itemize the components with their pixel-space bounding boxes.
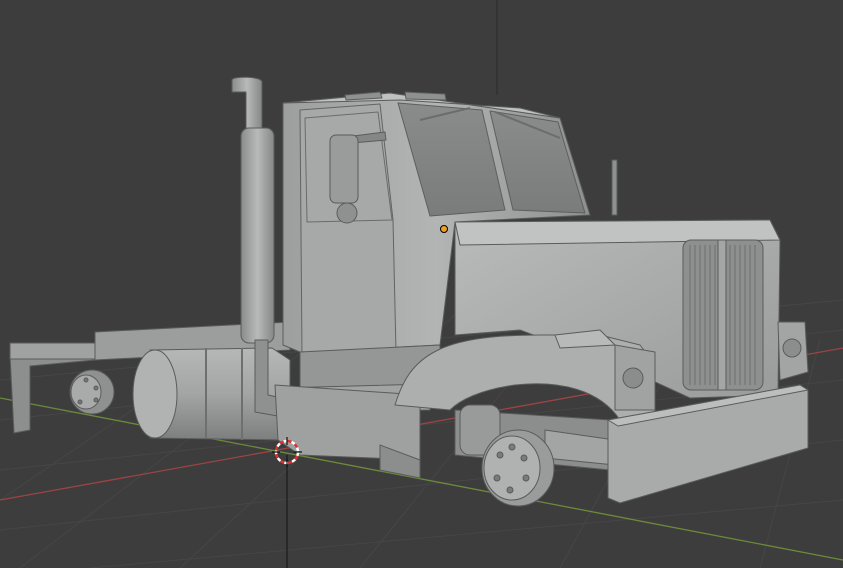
3d-viewport[interactable]	[0, 0, 843, 568]
viewport-canvas[interactable]	[0, 0, 843, 568]
rear-bar	[9, 342, 99, 360]
antenna	[611, 159, 618, 216]
radiator-grille	[682, 239, 764, 391]
object-origin-dot[interactable]	[440, 225, 448, 233]
truck-model[interactable]	[9, 76, 809, 507]
headlight-left	[622, 367, 644, 389]
front-wheel-hub	[481, 429, 555, 507]
headlight-right	[777, 321, 809, 381]
rear-wheel-hub	[69, 369, 115, 415]
